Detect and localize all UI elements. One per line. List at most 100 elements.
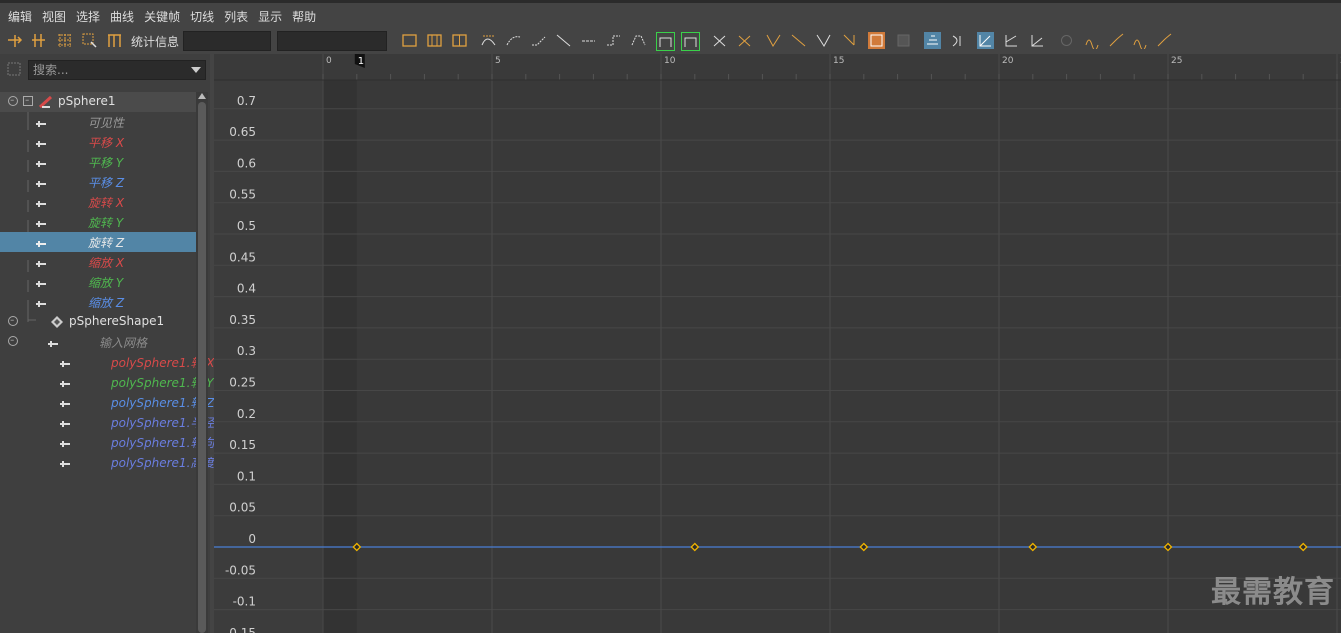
tree-node-input-mesh[interactable]: 输入网格 <box>0 332 196 352</box>
stats-time-field[interactable] <box>183 31 271 51</box>
clamped-tangent-icon[interactable] <box>530 32 547 49</box>
transform-node-icon <box>38 95 54 109</box>
lattice-deform-icon[interactable] <box>56 32 73 49</box>
swap-buffer-icon[interactable] <box>790 32 807 49</box>
attr-row-poly-axis-y[interactable]: polySphere1.轴 Y <box>0 372 214 392</box>
graph-canvas[interactable]: 0.7 0.65 0.6 0.55 0.5 0.45 0.4 0.35 0.3 0.25 0.2 0.… <box>214 54 1341 633</box>
stats-label: 统计信息 <box>131 35 180 49</box>
frame-tick-label: 15 <box>833 56 844 66</box>
current-frame-label: 1 <box>358 56 364 67</box>
relative-view-icon[interactable] <box>1003 32 1020 49</box>
pre-infinity-offset-icon[interactable] <box>1108 32 1125 49</box>
graph-options-icon[interactable] <box>895 32 912 49</box>
camera-sync-icon[interactable] <box>1058 32 1075 49</box>
lock-tangent-weight-icon[interactable] <box>711 32 728 49</box>
frame-tick-label: 0 <box>326 56 332 66</box>
attr-row-poly-axial[interactable]: polySphere1.轴向 <box>0 432 214 452</box>
auto-tangent-icon[interactable] <box>480 32 497 49</box>
frame-all-icon[interactable] <box>401 32 418 49</box>
collapse-icon[interactable] <box>8 316 18 326</box>
snapshot-curve-icon[interactable] <box>815 32 832 49</box>
watermark: 最需教育 <box>1211 575 1335 610</box>
post-infinity-offset-icon[interactable] <box>1156 32 1173 49</box>
attr-row-translate-z[interactable]: 平移 Z <box>0 172 196 192</box>
plug-icon <box>35 217 47 227</box>
attr-label: 旋转 Z <box>88 236 125 250</box>
center-current-time-icon[interactable] <box>451 32 468 49</box>
retime-tool-icon[interactable] <box>106 32 123 49</box>
attr-row-scale-x[interactable]: 缩放 X <box>0 252 196 272</box>
attr-row-rotate-z[interactable]: 旋转 Z <box>0 232 196 252</box>
post-infinity-cycle-icon[interactable] <box>1132 32 1149 49</box>
curve-select-icon[interactable] <box>950 32 967 49</box>
absolute-view-icon[interactable] <box>977 32 994 49</box>
attr-row-visibility[interactable]: 可见性 <box>0 112 196 132</box>
out-of-range-shade <box>323 80 357 633</box>
dope-sheet-toggle-icon[interactable] <box>868 32 885 49</box>
menu-help[interactable]: 帮助 <box>287 3 321 25</box>
plug-icon <box>35 297 47 307</box>
plug-icon <box>59 437 71 447</box>
free-tangent-weight-icon[interactable] <box>736 32 753 49</box>
attr-row-scale-z[interactable]: 缩放 Z <box>0 292 196 312</box>
attr-row-rotate-y[interactable]: 旋转 Y <box>0 212 196 232</box>
menu-view[interactable]: 视图 <box>37 3 71 25</box>
value-tick-label: -0.15 <box>225 626 256 633</box>
pre-infinity-cycle-icon[interactable] <box>1084 32 1101 49</box>
attr-row-poly-axis-z[interactable]: polySphere1.轴 Z <box>0 392 214 412</box>
normalized-view-icon[interactable] <box>1029 32 1046 49</box>
attr-row-poly-axis-x[interactable]: polySphere1.轴 X <box>0 352 214 372</box>
frame-tick-label: 25 <box>1171 56 1182 66</box>
shape-node-icon <box>50 315 64 329</box>
buffer-curve-icon[interactable] <box>765 32 782 49</box>
attr-row-poly-height[interactable]: polySphere1.高度 <box>0 452 214 472</box>
attr-row-translate-x[interactable]: 平移 X <box>0 132 196 152</box>
value-tick-label: 0.45 <box>229 250 256 264</box>
collapse-icon[interactable] <box>8 96 18 106</box>
plug-icon <box>35 237 47 247</box>
linear-tangent-icon[interactable] <box>555 32 572 49</box>
spline-tangent-icon[interactable] <box>505 32 522 49</box>
attr-label: 缩放 Z <box>88 296 125 310</box>
step-tangent-icon[interactable] <box>605 32 622 49</box>
menu-list[interactable]: 列表 <box>219 3 253 25</box>
insert-key-icon[interactable] <box>30 32 47 49</box>
tree-node-psphereshape1[interactable]: pSphereShape1 <box>0 312 196 332</box>
filter-icon[interactable] <box>7 62 21 76</box>
attr-row-translate-y[interactable]: 平移 Y <box>0 152 196 172</box>
attr-row-rotate-x[interactable]: 旋转 X <box>0 192 196 212</box>
attr-row-poly-radius[interactable]: polySphere1.半径 <box>0 412 214 432</box>
tree-node-psphere1[interactable]: pSphere1 <box>0 92 196 112</box>
menu-curves[interactable]: 曲线 <box>105 3 139 25</box>
plug-icon <box>35 157 47 167</box>
frame-tick-label: 10 <box>664 56 676 66</box>
frame-tick-label: 20 <box>1002 56 1014 66</box>
collapse-icon[interactable] <box>8 336 18 346</box>
plateau-tangent-icon[interactable] <box>630 32 647 49</box>
menu-keys[interactable]: 关键帧 <box>139 3 185 25</box>
stacked-view-icon[interactable] <box>924 32 941 49</box>
attr-row-scale-y[interactable]: 缩放 Y <box>0 272 196 292</box>
move-key-icon[interactable] <box>6 32 23 49</box>
menu-tangents[interactable]: 切线 <box>185 3 219 25</box>
collapse-box-icon[interactable] <box>23 96 33 106</box>
plug-icon <box>35 177 47 187</box>
value-tick-label: 0.35 <box>229 313 256 327</box>
unify-tangents-icon[interactable] <box>681 32 700 51</box>
stats-value-field[interactable] <box>277 31 387 51</box>
region-select-icon[interactable] <box>81 32 98 49</box>
chevron-down-icon[interactable] <box>191 67 201 73</box>
search-input[interactable] <box>33 63 183 77</box>
scroll-up-icon[interactable] <box>198 93 206 99</box>
value-ruler <box>214 80 322 633</box>
value-tick-label: 0.5 <box>237 219 256 233</box>
outliner-scroll-thumb[interactable] <box>198 102 206 633</box>
flat-tangent-icon[interactable] <box>580 32 597 49</box>
graph-view[interactable]: 0.7 0.65 0.6 0.55 0.5 0.45 0.4 0.35 0.3 0.25 0.2 0.… <box>214 54 1341 633</box>
menu-edit[interactable]: 编辑 <box>0 3 37 25</box>
menu-show[interactable]: 显示 <box>253 3 287 25</box>
break-tangents-icon[interactable] <box>656 32 675 51</box>
menu-select[interactable]: 选择 <box>71 3 105 25</box>
normalize-curve-icon[interactable] <box>841 32 858 49</box>
frame-playback-range-icon[interactable] <box>426 32 443 49</box>
